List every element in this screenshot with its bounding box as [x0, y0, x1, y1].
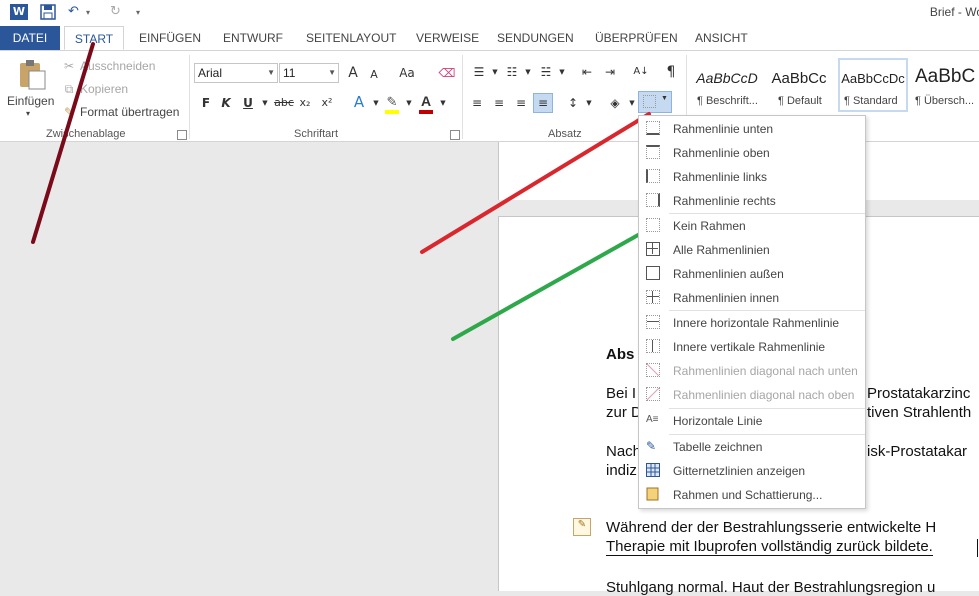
outside-borders-icon [646, 266, 660, 280]
menu-item-label: Rahmenlinie oben [673, 146, 770, 160]
menu-item-label: Rahmenlinie rechts [673, 194, 776, 208]
menu-item-label: Rahmenlinien diagonal nach oben [673, 388, 855, 402]
menu-item-border-top[interactable]: Rahmenlinie oben [639, 141, 865, 165]
menu-item-horizontal-line[interactable]: A≡ Horizontale Linie [639, 409, 865, 433]
menu-item-label: Rahmenlinien diagonal nach unten [673, 364, 858, 378]
horizontal-line-icon: A≡ [646, 414, 659, 425]
borders-dropdown-menu: Rahmenlinie unten Rahmenlinie oben Rahmenl… [638, 115, 866, 509]
menu-item-label: Rahmenlinie links [673, 170, 768, 184]
menu-item-view-gridlines[interactable]: Gitternetzlinien anzeigen [639, 459, 865, 483]
diagonal-down-border-icon [646, 363, 660, 377]
menu-item-all-borders[interactable]: Alle Rahmenlinien [639, 238, 865, 262]
border-top-icon [646, 145, 660, 159]
inside-vertical-border-icon [646, 339, 660, 353]
inside-horizontal-border-icon [646, 315, 660, 329]
menu-item-label: Kein Rahmen [673, 219, 746, 233]
border-right-icon [646, 193, 660, 207]
green-annotation-line [451, 228, 649, 341]
menu-item-label: Horizontale Linie [673, 414, 763, 428]
menu-item-inside-borders[interactable]: Rahmenlinien innen [639, 286, 865, 310]
menu-item-label: Innere horizontale Rahmenlinie [673, 316, 840, 330]
menu-item-no-border[interactable]: Kein Rahmen [639, 214, 865, 238]
draw-table-icon: ✎ [646, 439, 657, 453]
menu-item-diagonal-up-border[interactable]: Rahmenlinien diagonal nach oben [639, 383, 865, 407]
border-left-icon [646, 169, 660, 183]
menu-item-label: Innere vertikale Rahmenlinie [673, 340, 826, 354]
red-annotation-line [420, 112, 651, 254]
menu-item-outside-borders[interactable]: Rahmenlinien außen [639, 262, 865, 286]
menu-item-inside-vertical-border[interactable]: Innere vertikale Rahmenlinie [639, 335, 865, 359]
menu-item-draw-table[interactable]: ✎ Tabelle zeichnen [639, 435, 865, 459]
menu-item-border-bottom[interactable]: Rahmenlinie unten [639, 117, 865, 141]
menu-item-border-left[interactable]: Rahmenlinie links [639, 165, 865, 189]
no-border-icon [646, 218, 660, 232]
menu-item-label: Rahmenlinien außen [673, 267, 784, 281]
inside-borders-icon [646, 290, 660, 304]
menu-item-inside-horizontal-border[interactable]: Innere horizontale Rahmenlinie [639, 311, 865, 335]
diagonal-up-border-icon [646, 387, 660, 401]
view-gridlines-icon [646, 463, 660, 477]
dark-red-annotation-line [31, 42, 95, 244]
menu-item-label: Rahmen und Schattierung... [673, 488, 823, 502]
menu-item-diagonal-down-border[interactable]: Rahmenlinien diagonal nach unten [639, 359, 865, 383]
menu-item-borders-shading[interactable]: Rahmen und Schattierung... [639, 483, 865, 507]
border-bottom-icon [646, 121, 660, 135]
menu-item-label: Rahmenlinien innen [673, 291, 780, 305]
menu-item-label: Tabelle zeichnen [673, 440, 763, 454]
menu-item-label: Rahmenlinie unten [673, 122, 774, 136]
menu-item-label: Gitternetzlinien anzeigen [673, 464, 806, 478]
menu-item-label: Alle Rahmenlinien [673, 243, 770, 257]
all-borders-icon [646, 242, 660, 256]
borders-shading-icon [646, 487, 660, 501]
menu-item-border-right[interactable]: Rahmenlinie rechts [639, 189, 865, 213]
